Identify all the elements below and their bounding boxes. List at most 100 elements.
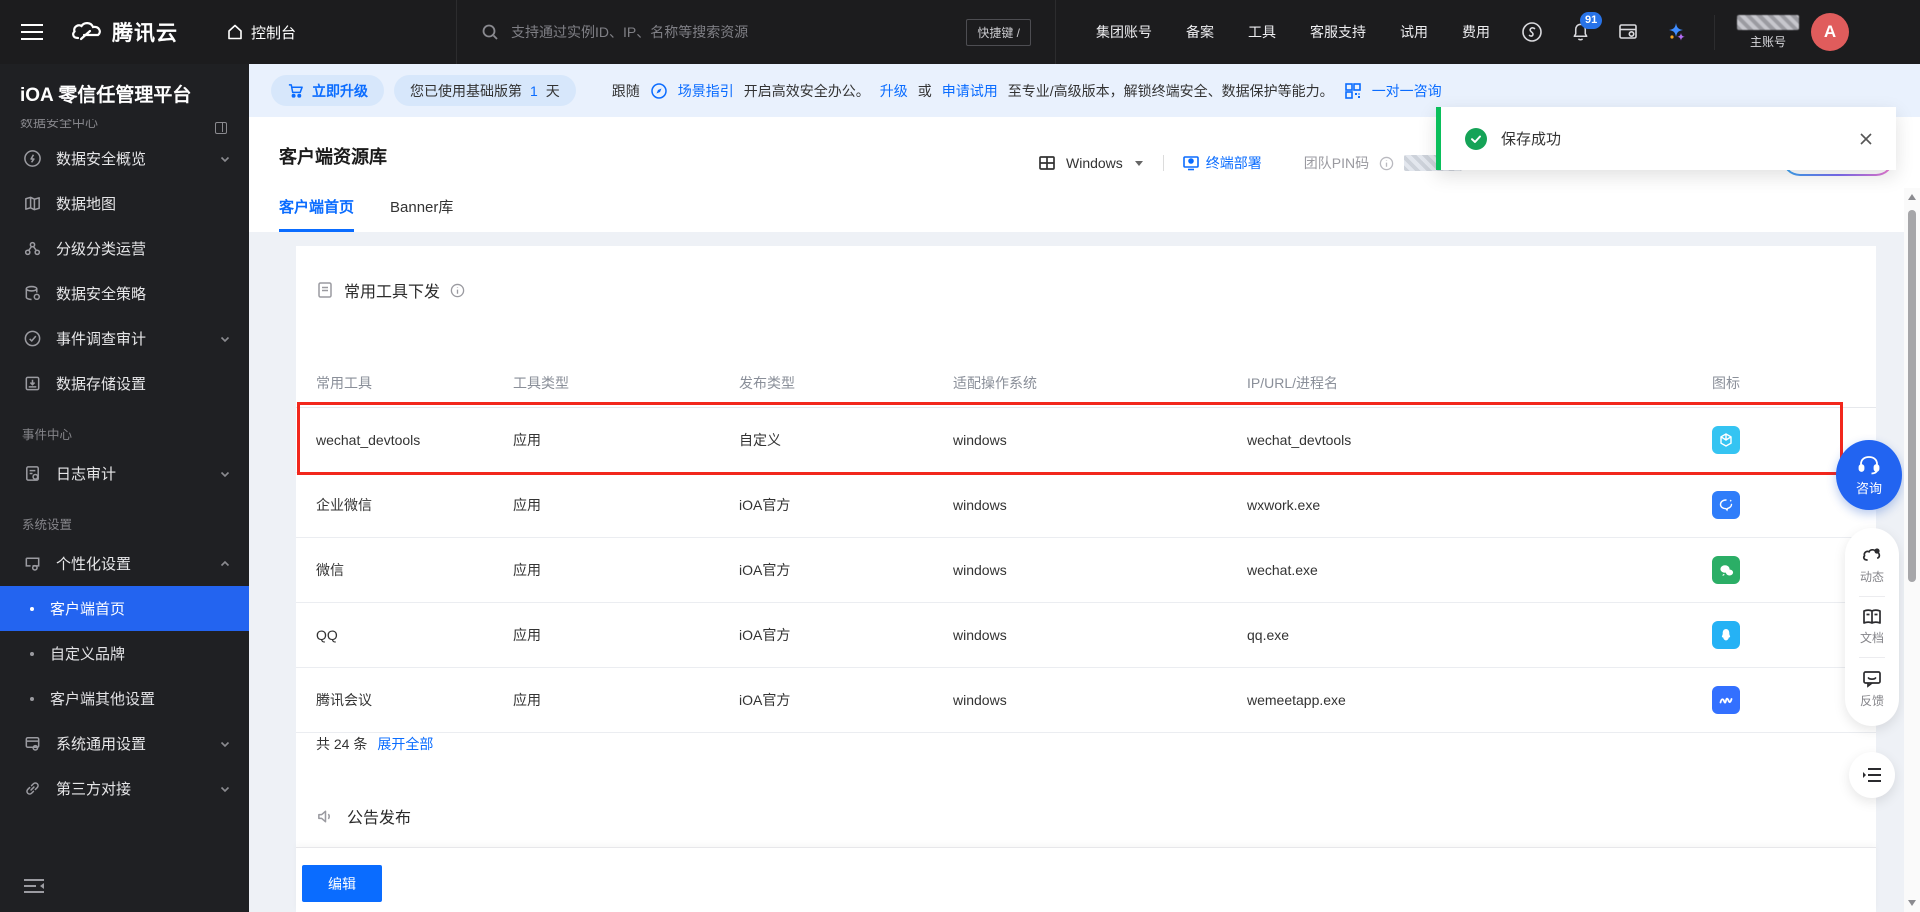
sidebar-item-system-general[interactable]: 系统通用设置 [0,721,249,766]
panel-gear-icon [22,734,42,754]
qq-icon [1712,621,1740,649]
sidebar-pin-icon[interactable] [215,122,227,134]
topnav-link-icp[interactable]: 备案 [1186,22,1214,42]
feedback-button[interactable]: 反馈 [1860,669,1884,709]
sidebar-item-classification-ops[interactable]: 分级分类运营 [0,226,249,271]
content-card: 常用工具下发 常用工具 工具类型 发布类型 适配操作系统 IP/URL/进程名 … [296,246,1876,847]
sidebar-collapse-icon[interactable] [22,876,46,896]
tencent-meeting-icon [1712,686,1740,714]
topnav-link-group-account[interactable]: 集团账号 [1096,22,1152,42]
account-type-label: 主账号 [1750,34,1787,49]
panel-toggle-button[interactable] [1849,752,1895,798]
col-header-process: IP/URL/进程名 [1247,374,1339,391]
sidebar-item-data-security-overview[interactable]: 数据安全概览 [0,136,249,181]
top-navbar: 腾讯云 控制台 支持通过实例ID、IP、名称等搜索资源 快捷键 / 集团账号 备… [0,0,1920,64]
sidebar-item-third-party[interactable]: 第三方对接 [0,766,249,811]
scene-guide-link[interactable]: 场景指引 [678,81,734,101]
chevron-down-icon [219,468,231,480]
floating-toolbar: 动态 文档 反馈 [1845,528,1899,726]
bullet-dot [30,606,34,611]
terminal-deploy-link[interactable]: 终端部署 [1182,153,1262,173]
col-header-type: 工具类型 [513,374,569,391]
col-header-os: 适配操作系统 [953,374,1037,391]
scroll-up-arrow[interactable] [1908,194,1916,200]
edit-button[interactable]: 编辑 [302,865,382,902]
close-icon[interactable] [1858,131,1874,147]
usage-days-value: 1 [530,82,538,99]
app-window: 腾讯云 控制台 支持通过实例ID、IP、名称等搜索资源 快捷键 / 集团账号 备… [0,0,1920,912]
total-count: 共 24 条 [316,736,368,752]
tab-banner-library[interactable]: Banner库 [390,196,453,232]
sidebar-item-incident-audit[interactable]: 事件调查审计 [0,316,249,361]
hamburger-menu-icon[interactable] [0,0,64,64]
tab-client-homepage[interactable]: 客户端首页 [279,196,355,232]
topnav-links: 集团账号 备案 工具 客服支持 试用 费用 [1096,22,1490,42]
banner-follow-text: 跟随 [611,82,640,99]
scroll-down-arrow[interactable] [1908,900,1916,906]
sidebar-item-personalize[interactable]: 个性化设置 [0,541,249,586]
banner-or: 或 [917,82,932,99]
ai-sparkle-icon[interactable] [1664,20,1688,44]
consult-float-button[interactable]: 咨询 [1836,440,1902,510]
chevron-down-icon [219,333,231,345]
gauge-icon [22,149,42,169]
sidebar-item-data-security-policy[interactable]: 数据安全策略 [0,271,249,316]
upgrade-link[interactable]: 升级 [880,81,908,101]
announce-section-title: 公告发布 [316,804,411,828]
check-circle-icon [22,329,42,349]
apply-trial-link[interactable]: 申请试用 [942,81,998,101]
col-header-icon: 图标 [1712,374,1740,391]
feedback-chat-icon [1861,669,1883,689]
os-selector[interactable]: Windows [1066,155,1123,171]
sidebar-subitem-client-other-settings[interactable]: 客户端其他设置 [0,676,249,721]
search-icon [481,23,499,41]
sidebar-item-data-storage-settings[interactable]: 数据存储设置 [0,361,249,406]
table-footer: 共 24 条 展开全部 [316,734,433,754]
topnav-link-trial[interactable]: 试用 [1400,22,1428,42]
database-icon [22,284,42,304]
support-icon[interactable] [1520,20,1544,44]
global-search[interactable]: 支持通过实例ID、IP、名称等搜索资源 快捷键 / [456,0,1057,64]
console-link[interactable]: 控制台 [226,22,296,43]
table-row-qq[interactable]: QQ 应用 iOA官方 windows qq.exe [296,603,1876,668]
windows-icon [1038,154,1056,172]
account-menu[interactable]: 主账号 [1714,14,1800,50]
sidebar-section-event-center: 事件中心 [22,428,73,442]
map-icon [22,194,42,214]
divider [1859,596,1885,598]
info-icon[interactable] [1379,156,1394,171]
topnav-link-billing[interactable]: 费用 [1462,22,1490,42]
cloud-bell-icon [1861,545,1883,565]
one-on-one-consult-link[interactable]: 一对一咨询 [1372,81,1442,101]
team-pin-label: 团队PIN码 [1303,155,1370,171]
tencent-cloud-logo[interactable]: 腾讯云 [70,17,178,47]
table-row-wechat-devtools[interactable]: wechat_devtools 应用 自定义 windows wechat_de… [296,408,1876,473]
wechat-icon [1712,556,1740,584]
notification-bell-icon[interactable]: 91 [1568,12,1603,44]
topnav-link-tools[interactable]: 工具 [1248,22,1276,42]
avatar[interactable]: A [1811,13,1850,51]
toast-message: 保存成功 [1501,131,1562,148]
chevron-down-icon[interactable] [1133,157,1145,169]
docs-button[interactable]: 文档 [1860,608,1884,646]
expand-all-link[interactable]: 展开全部 [377,734,433,754]
scrollbar-thumb[interactable] [1908,210,1916,582]
console-settings-icon[interactable] [1616,20,1640,44]
news-button[interactable]: 动态 [1860,545,1884,585]
sidebar-subitem-client-homepage[interactable]: 客户端首页 [0,586,249,631]
table-row-tencent-meeting[interactable]: 腾讯会议 应用 iOA官方 windows wemeetapp.exe [296,668,1876,733]
topnav-link-support[interactable]: 客服支持 [1310,22,1366,42]
sidebar-item-log-audit[interactable]: 日志审计 [0,451,249,496]
upgrade-now-button[interactable]: 立即升级 [271,75,384,106]
page-scrollbar[interactable] [1904,188,1920,912]
sidebar-subitem-custom-brand[interactable]: 自定义品牌 [0,631,249,676]
sidebar-item-data-map[interactable]: 数据地图 [0,181,249,226]
sidebar-section-system-settings: 系统设置 [22,518,73,532]
banner-text1: 开启高效安全办公。 [743,82,870,99]
table-row-wechat[interactable]: 微信 应用 iOA官方 windows wechat.exe [296,538,1876,603]
chevron-up-icon [219,558,231,570]
sidebar: iOA 零信任管理平台 数据安全中心 数据安全概览 数据地图 分级分类运营 数据… [0,64,249,912]
sidebar-clipped-section-label: 数据安全中心 [20,119,99,130]
info-icon[interactable] [450,283,465,298]
table-row-wecom[interactable]: 企业微信 应用 iOA官方 windows wxwork.exe [296,473,1876,538]
